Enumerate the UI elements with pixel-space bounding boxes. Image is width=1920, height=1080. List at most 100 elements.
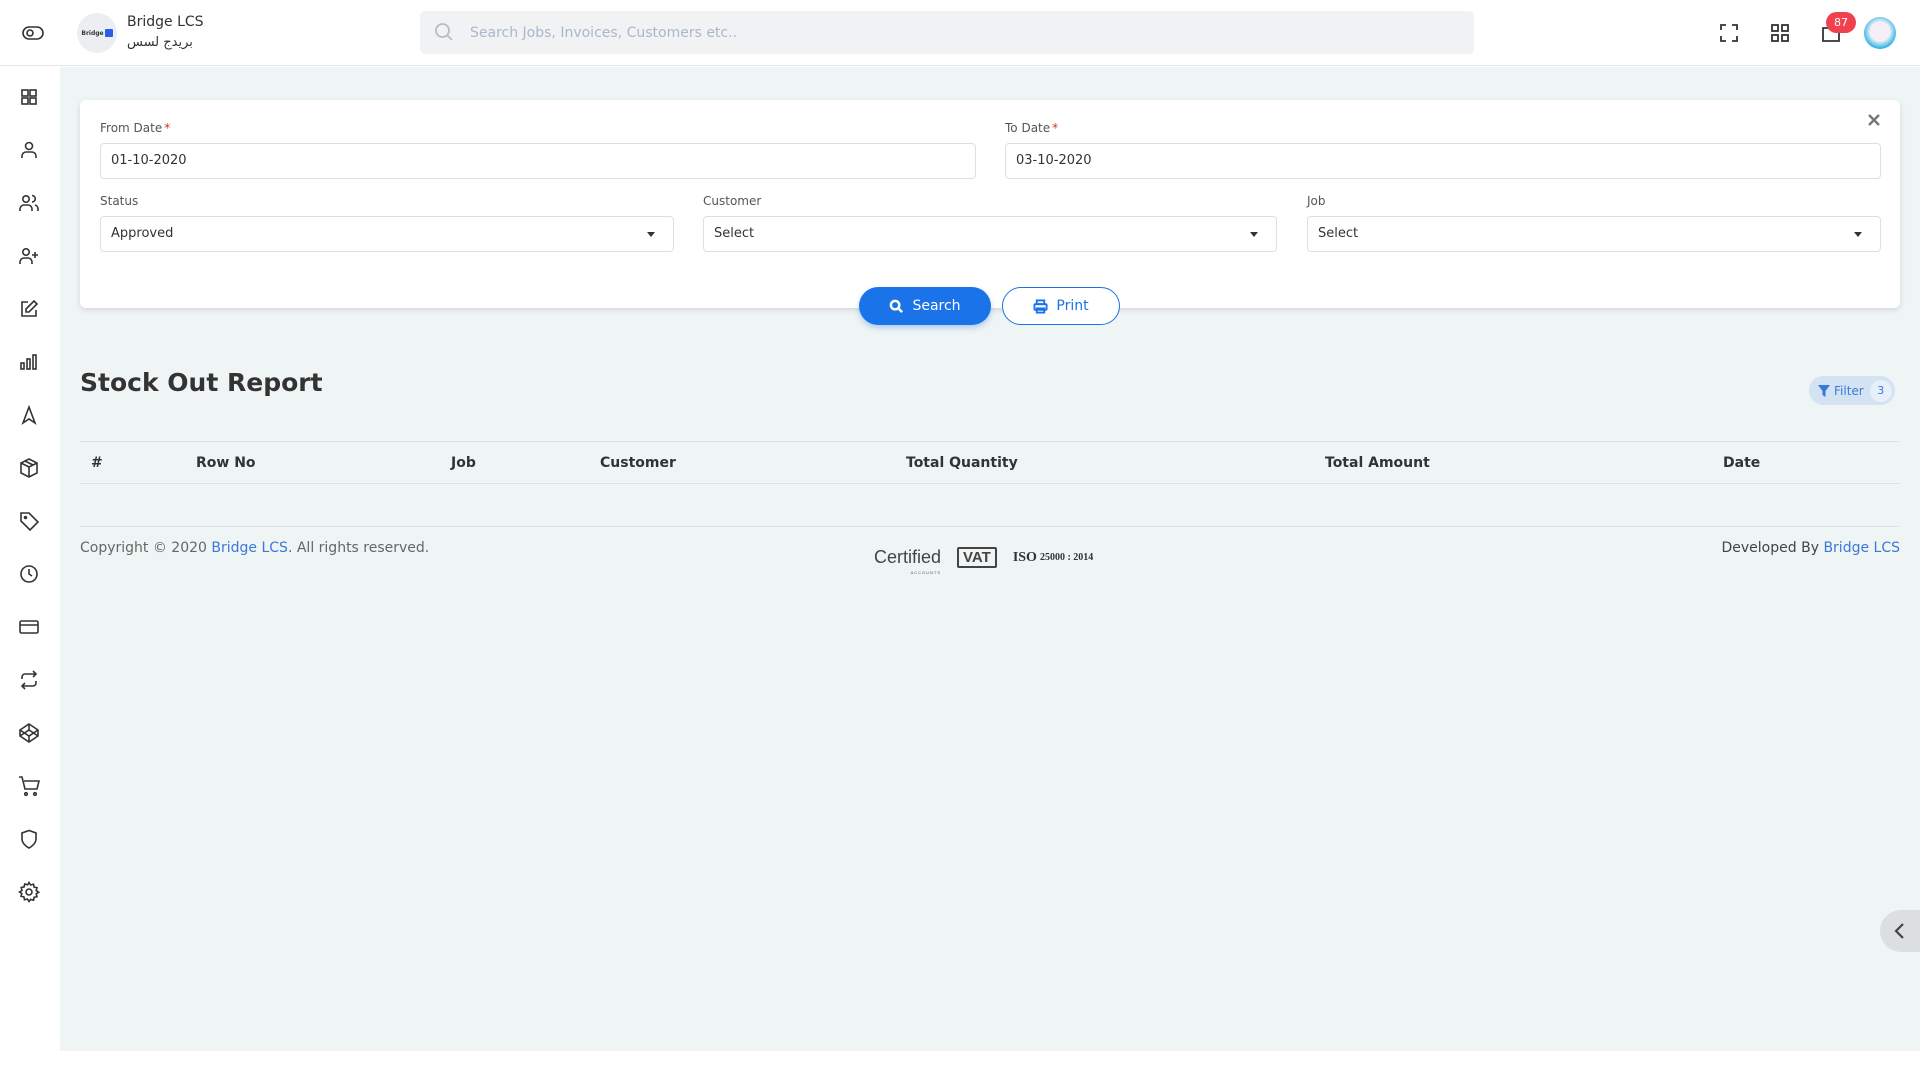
required-marker: *	[164, 121, 171, 135]
from-date-label-text: From Date	[100, 121, 163, 135]
copyright-prefix: Copyright © 2020	[80, 540, 212, 556]
search-button[interactable]: Search	[859, 287, 991, 325]
vat-logo: VAT	[957, 547, 997, 568]
sidebar-toggle-icon[interactable]	[22, 25, 44, 41]
iso-text: ISO	[1012, 549, 1037, 565]
sidebar-item-purchases[interactable]	[18, 775, 41, 797]
job-select-value: Select	[1318, 226, 1359, 241]
filter-label: Filter	[1834, 383, 1864, 398]
certification-logos: Certified ACCOUNTS VAT ISO 25000 : 2014	[874, 547, 1093, 575]
filter-icon	[1818, 384, 1830, 397]
search-button-label: Search	[912, 298, 961, 314]
sidebar-item-security[interactable]	[18, 828, 40, 850]
search-icon	[435, 23, 453, 41]
column-header-row-no[interactable]: Row No	[196, 455, 256, 471]
user-avatar[interactable]	[1864, 17, 1896, 49]
repeat-icon	[20, 670, 38, 690]
brand-logo-mark	[104, 29, 113, 37]
printer-icon	[1033, 298, 1048, 314]
customer-select[interactable]: Select	[703, 216, 1277, 252]
customer-select-value: Select	[714, 226, 755, 241]
clock-icon	[20, 565, 38, 583]
iso-logo: ISO 25000 : 2014	[1013, 550, 1093, 566]
to-date-field[interactable]: 03-10-2020	[1005, 143, 1881, 179]
copyright-link[interactable]: Bridge LCS	[211, 540, 288, 556]
sidebar-item-transfers[interactable]	[18, 669, 40, 691]
settings-icon	[17, 880, 41, 903]
certified-text: Certified	[874, 547, 942, 567]
users-icon	[19, 194, 39, 211]
credit-card-icon	[19, 620, 39, 634]
from-date-label: From Date *	[100, 121, 170, 135]
column-header-index[interactable]: #	[91, 455, 103, 471]
edit-icon	[21, 299, 39, 317]
package-icon	[20, 458, 38, 478]
filter-button[interactable]: Filter 3	[1809, 376, 1895, 405]
developer-link[interactable]: Bridge LCS	[1823, 540, 1900, 556]
status-select-value: Approved	[111, 226, 174, 241]
copyright-suffix: . All rights reserved.	[287, 540, 430, 556]
chevron-down-icon	[647, 232, 655, 237]
copyright: Copyright © 2020 Bridge LCS. All rights …	[80, 540, 429, 556]
sidebar-item-payments[interactable]	[18, 616, 40, 638]
navigation-icon	[21, 404, 37, 426]
close-icon[interactable]	[1866, 112, 1882, 128]
bottom-strip	[60, 1051, 1920, 1080]
sidebar-item-dashboard[interactable]	[18, 86, 40, 108]
sidebar-item-reports[interactable]	[18, 351, 40, 373]
apps-grid-icon[interactable]	[1769, 22, 1791, 44]
job-label: Job	[1307, 194, 1326, 208]
global-search[interactable]	[420, 11, 1474, 54]
status-select[interactable]: Approved	[100, 216, 674, 252]
from-date-field[interactable]: 01-10-2020	[100, 143, 976, 179]
dashboard-grid-icon	[21, 89, 37, 105]
bar-chart-icon	[20, 354, 37, 370]
job-select[interactable]: Select	[1307, 216, 1881, 252]
filter-card: From Date * 01-10-2020 To Date * 03-10-202…	[80, 100, 1900, 308]
sidebar-item-add-user[interactable]	[18, 245, 40, 267]
shopping-cart-icon	[19, 776, 41, 797]
sidebar-item-tags[interactable]	[18, 510, 40, 532]
column-header-total-amount[interactable]: Total Amount	[1325, 455, 1430, 471]
sidebar-item-inventory[interactable]	[18, 457, 40, 479]
sidebar-item-modules[interactable]	[18, 722, 40, 744]
page-title: Stock Out Report	[80, 368, 323, 397]
certified-accounts-logo: Certified ACCOUNTS	[874, 547, 942, 575]
user-icon	[21, 141, 37, 158]
developed-prefix: Developed By	[1721, 540, 1824, 556]
print-button[interactable]: Print	[1002, 287, 1120, 325]
developer-credit: Developed By Bridge LCS	[1722, 540, 1901, 556]
sidebar	[0, 66, 60, 1080]
sidebar-item-user[interactable]	[18, 139, 40, 161]
brand-logo-text: Bridge	[81, 29, 104, 37]
tag-icon	[20, 512, 40, 532]
column-header-date[interactable]: Date	[1723, 455, 1760, 471]
required-marker: *	[1052, 121, 1059, 135]
customer-label: Customer	[703, 194, 762, 208]
sidebar-item-history[interactable]	[18, 563, 40, 585]
codepen-icon	[19, 723, 39, 743]
column-header-job[interactable]: Job	[451, 455, 476, 471]
side-panel-toggle[interactable]	[1880, 910, 1920, 952]
chevron-left-icon	[1894, 923, 1904, 939]
to-date-label-text: To Date	[1005, 121, 1051, 135]
table-divider	[80, 526, 1900, 527]
report-table-header: # Row No Job Customer Total Quantity Tot…	[80, 441, 1900, 484]
sidebar-item-edit[interactable]	[18, 298, 40, 320]
status-label: Status	[100, 194, 139, 208]
sidebar-item-settings[interactable]	[17, 880, 41, 903]
print-button-label: Print	[1056, 298, 1089, 314]
brand-name: Bridge LCS	[127, 14, 204, 30]
fullscreen-icon[interactable]	[1718, 22, 1740, 44]
accounts-text: ACCOUNTS	[910, 570, 942, 575]
sidebar-item-navigation[interactable]	[18, 404, 40, 426]
sidebar-item-users[interactable]	[18, 192, 40, 214]
global-search-input[interactable]	[470, 11, 1450, 54]
notification-badge: 87	[1826, 12, 1856, 33]
iso-number: 25000 : 2014	[1039, 552, 1094, 563]
filter-count-badge: 3	[1869, 379, 1892, 402]
column-header-customer[interactable]: Customer	[600, 455, 676, 471]
chevron-down-icon	[1250, 232, 1258, 237]
search-icon	[890, 299, 904, 313]
column-header-total-quantity[interactable]: Total Quantity	[906, 455, 1018, 471]
